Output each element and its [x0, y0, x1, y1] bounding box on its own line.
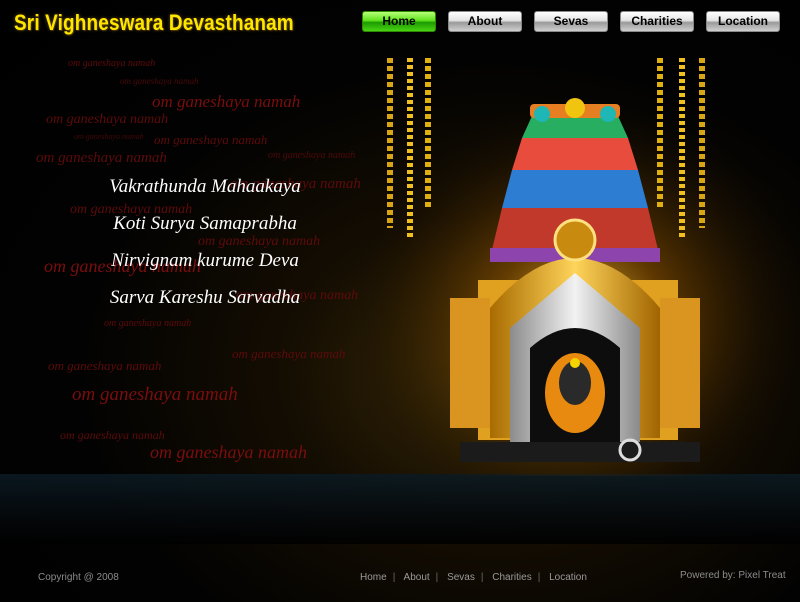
chant-text: om ganeshaya namah	[152, 92, 301, 111]
powered-by-text[interactable]: Powered by: Pixel Treat	[680, 570, 786, 581]
chant-text: om ganeshaya namah	[198, 234, 321, 249]
footer-nav: Home | About | Sevas | Charities | Location	[360, 572, 587, 583]
verse-line: Sarva Kareshu Sarvadha	[109, 287, 301, 308]
footer-separator: |	[435, 572, 439, 583]
chant-text: om ganeshaya namah	[268, 150, 356, 161]
nav-charities-button[interactable]: Charities	[620, 11, 694, 32]
chant-text: om ganeshaya namah	[154, 132, 268, 147]
chant-text: om ganeshaya namah	[120, 76, 199, 86]
reflection-floor	[0, 474, 800, 544]
page: Sri Vighneswara Devasthanam Home About S…	[0, 0, 800, 602]
footer-separator: |	[537, 572, 541, 583]
site-title[interactable]: Sri Vighneswara Devasthanam	[14, 10, 294, 36]
chant-text: om ganeshaya namah	[68, 58, 156, 69]
footer-link-charities[interactable]: Charities	[492, 572, 531, 583]
temple-image	[360, 58, 800, 476]
footer-link-home[interactable]: Home	[360, 572, 387, 583]
copyright-text: Copyright @ 2008	[38, 572, 119, 583]
verse-line: Nirvignam kurume Deva	[111, 250, 299, 271]
chant-text: om ganeshaya namah	[36, 150, 167, 166]
footer-link-sevas[interactable]: Sevas	[447, 572, 475, 583]
nav-about-button[interactable]: About	[448, 11, 522, 32]
footer-link-location[interactable]: Location	[549, 572, 587, 583]
footer: Copyright @ 2008 Home | About | Sevas | Cha…	[0, 566, 800, 590]
nav-home-button[interactable]: Home	[362, 11, 436, 32]
footer-link-about[interactable]: About	[404, 572, 430, 583]
chant-text: om ganeshaya namah	[72, 384, 238, 405]
footer-separator: |	[392, 572, 396, 583]
nav-sevas-button[interactable]: Sevas	[534, 11, 608, 32]
chant-text: om ganeshaya namah	[232, 346, 346, 361]
chant-text: om ganeshaya namah	[150, 442, 307, 462]
chant-text: om ganeshaya namah	[74, 132, 144, 141]
footer-separator: |	[480, 572, 484, 583]
verse-line: Koti Surya Samaprabha	[113, 213, 297, 234]
nav-location-button[interactable]: Location	[706, 11, 780, 32]
verse-line: Vakrathunda Mahaakaya	[109, 176, 301, 197]
chant-text: om ganeshaya namah	[46, 112, 169, 127]
chant-text: om ganeshaya namah	[104, 318, 192, 329]
chant-text: om ganeshaya namah	[48, 358, 162, 373]
chant-text: om ganeshaya namah	[60, 428, 165, 442]
